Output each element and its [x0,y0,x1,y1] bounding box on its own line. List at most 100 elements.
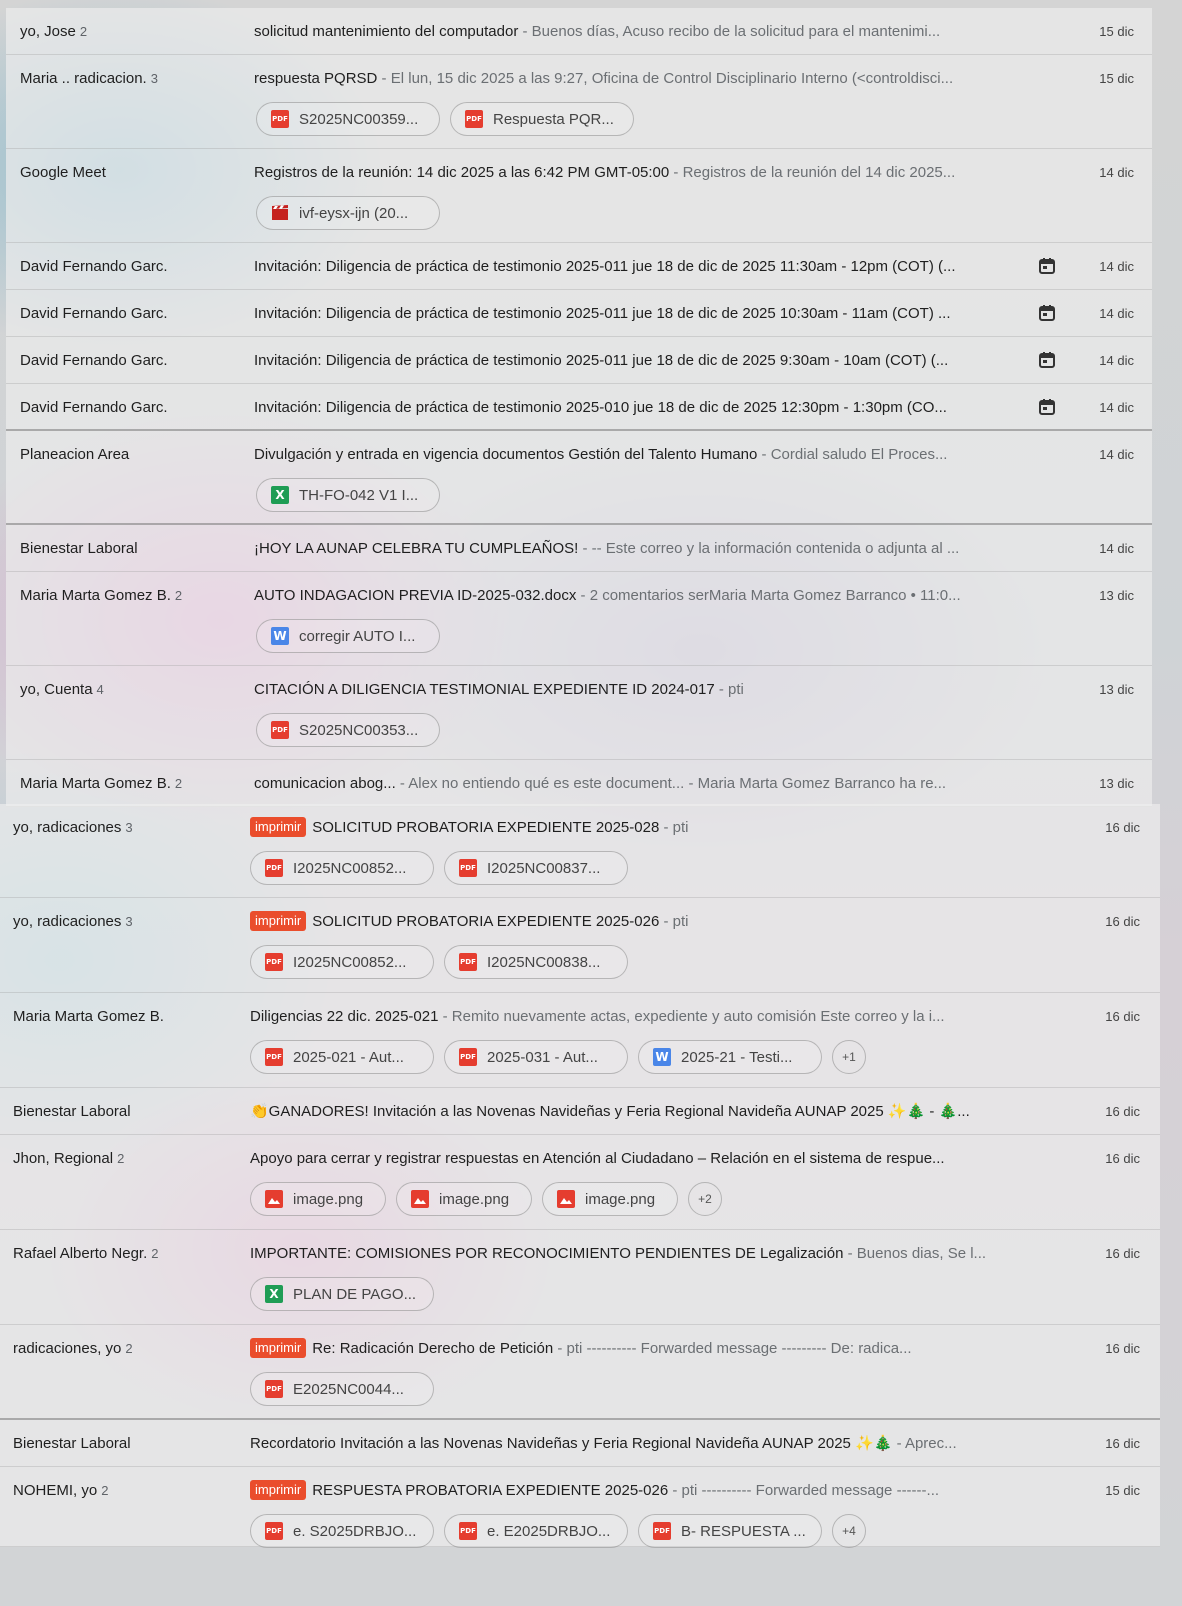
email-row[interactable]: NOHEMI, yo 2 imprimir RESPUESTA PROBATORIA … [0,1467,1160,1548]
attachment-chip[interactable]: PDF E2025NC0044... [250,1372,434,1406]
email-row[interactable]: yo, Jose 2 solicitud mantenimiento del com… [6,8,1152,55]
email-row[interactable]: David Fernando Garc. Invitación: Diligenc… [6,243,1152,290]
attachment-chip[interactable]: image.png [542,1182,678,1216]
subject-text: Invitación: Diligencia de práctica de te… [254,258,956,275]
snippet-separator: - [395,775,409,792]
email-row[interactable]: radicaciones, yo 2 imprimir Re: Radicación … [0,1325,1160,1420]
attachment-name: B- RESPUESTA ... [681,1522,806,1540]
email-row[interactable]: Google Meet Registros de la reunión: 14 d… [6,149,1152,243]
email-row[interactable]: Bienestar Laboral Recordatorio Invitación… [0,1420,1160,1467]
sender: Google Meet [20,149,106,196]
pdf-icon: PDF [459,859,477,877]
pdf-icon: PDF [265,859,283,877]
email-row[interactable]: Planeacion Area Divulgación y entrada en … [6,431,1152,525]
subject-line: ¡HOY LA AUNAP CELEBRA TU CUMPLEAÑOS! - -… [254,525,1034,572]
sender-name: David Fernando Garc. [20,305,168,322]
sender: Maria Marta Gomez B. 2 [20,760,182,807]
calendar-icon[interactable] [1038,257,1056,275]
email-row[interactable]: Maria Marta Gomez B. 2 comunicacion abog..… [6,760,1152,807]
subject-line: CITACIÓN A DILIGENCIA TESTIMONIAL EXPEDI… [254,666,1034,713]
email-date: 16 dic [1105,1151,1140,1166]
more-attachments-badge[interactable]: +1 [832,1040,866,1074]
more-attachments-badge[interactable]: +2 [688,1182,722,1216]
subject-text: Invitación: Diligencia de práctica de te… [254,305,951,322]
attachment-chips: PDF e. S2025DRBJO... PDF e. E2025DRBJO... PD… [250,1514,866,1548]
snippet-text: pti [728,681,744,698]
email-row[interactable]: Maria Marta Gomez B. 2 AUTO INDAGACION PRE… [6,572,1152,666]
subject-text: comunicacion abog... [254,775,396,792]
pdf-icon: PDF [265,1380,283,1398]
attachment-chip[interactable]: PDF 2025-031 - Aut... [444,1040,628,1074]
subject-text: Re: Radicación Derecho de Petición [312,1340,554,1357]
attachment-chip[interactable]: PDF S2025NC00359... [256,102,440,136]
attachment-chip[interactable]: Wcorregir AUTO I... [256,619,440,653]
pdf-icon: PDF [265,953,283,971]
attachment-chip[interactable]: PDF e. E2025DRBJO... [444,1514,628,1548]
attachment-chip[interactable]: X PLAN DE PAGO... [250,1277,434,1311]
subject-line: comunicacion abog... - Alex no entiendo … [254,760,1034,807]
subject-text: solicitud mantenimiento del computador [254,23,519,40]
pdf-icon: PDF [271,721,289,739]
label-chip[interactable]: imprimir [250,817,307,837]
subject-line: Diligencias 22 dic. 2025-021 - Remito nu… [250,993,1040,1040]
email-row[interactable]: Maria .. radicacion. 3 respuesta PQRSD - E… [6,55,1152,149]
attachment-chip[interactable]: PDF Respuesta PQR... [450,102,634,136]
attachment-chip[interactable]: PDF S2025NC00353... [256,713,440,747]
attachment-chip[interactable]: PDF 2025-021 - Aut... [250,1040,434,1074]
email-row[interactable]: Bienestar Laboral 👏GANADORES! Invitación … [0,1088,1160,1135]
thread-count: 2 [117,1151,125,1166]
calendar-icon[interactable] [1038,351,1056,369]
attachment-chip[interactable]: image.png [396,1182,532,1216]
attachment-chips: PDF E2025NC0044... [250,1372,434,1406]
image-icon [265,1190,283,1208]
attachment-chips: image.png image.png image.png +2 [250,1182,722,1216]
snippet-separator: - [576,587,590,604]
attachment-chip[interactable]: PDF e. S2025DRBJO... [250,1514,434,1548]
attachment-name: ivf-eysx-ijn (20... [299,204,409,222]
snippet-text: Remito nuevamente actas, expediente y au… [451,1008,945,1025]
calendar-icon[interactable] [1038,304,1056,322]
pdf-icon: PDF [459,1048,477,1066]
email-row[interactable]: David Fernando Garc. Invitación: Diligenc… [6,384,1152,431]
sender: NOHEMI, yo 2 [13,1467,108,1514]
email-date: 16 dic [1105,1246,1140,1261]
snippet-text: Alex no entiendo qué es este document...… [408,775,947,792]
email-row[interactable]: yo, Cuenta 4 CITACIÓN A DILIGENCIA TESTIMO… [6,666,1152,760]
email-row[interactable]: Rafael Alberto Negr. 2 IMPORTANTE: COMISIO… [0,1230,1160,1325]
attachment-chip[interactable]: PDF I2025NC00837... [444,851,628,885]
attachment-chips: Wcorregir AUTO I... [256,619,440,653]
attachment-chip[interactable]: PDF I2025NC00852... [250,851,434,885]
email-row[interactable]: Maria Marta Gomez B. Diligencias 22 dic. … [0,993,1160,1088]
attachment-chip[interactable]: PDF B- RESPUESTA ... [638,1514,822,1548]
snippet-separator: - [659,819,673,836]
label-chip[interactable]: imprimir [250,1480,307,1500]
subject-text: SOLICITUD PROBATORIA EXPEDIENTE 2025-028 [312,819,660,836]
email-row[interactable]: yo, radicaciones 3 imprimir SOLICITUD PROBA… [0,804,1160,898]
sender-name: Google Meet [20,164,106,181]
attachment-chip[interactable]: W 2025-21 - Testi... [638,1040,822,1074]
email-row[interactable]: David Fernando Garc. Invitación: Diligenc… [6,337,1152,384]
subject-line: Invitación: Diligencia de práctica de te… [254,384,1034,431]
subject-line: Invitación: Diligencia de práctica de te… [254,290,1034,337]
label-chip[interactable]: imprimir [250,1338,307,1358]
snippet-separator: - [438,1008,452,1025]
email-row[interactable]: David Fernando Garc. Invitación: Diligenc… [6,290,1152,337]
thread-count: 2 [125,1341,133,1356]
sender: yo, radicaciones 3 [13,804,133,851]
email-row[interactable]: Jhon, Regional 2 Apoyo para cerrar y regis… [0,1135,1160,1230]
snippet-text: Buenos dias, Se l... [856,1245,987,1262]
calendar-icon[interactable] [1038,398,1056,416]
email-row[interactable]: Bienestar Laboral ¡HOY LA AUNAP CELEBRA T… [6,525,1152,572]
sender-name: David Fernando Garc. [20,352,168,369]
attachment-chip[interactable]: image.png [250,1182,386,1216]
sender: David Fernando Garc. [20,337,168,384]
email-row[interactable]: yo, radicaciones 3 imprimir SOLICITUD PROBA… [0,898,1160,993]
more-attachments-badge[interactable]: +4 [832,1514,866,1548]
email-date: 14 dic [1099,306,1134,321]
label-chip[interactable]: imprimir [250,911,307,931]
attachment-chip[interactable]: PDF I2025NC00838... [444,945,628,979]
sender-name: Maria .. radicacion. [20,70,147,87]
attachment-chip[interactable]: X TH-FO-042 V1 I... [256,478,440,512]
attachment-chip[interactable]: PDF I2025NC00852... [250,945,434,979]
attachment-chip[interactable]: ivf-eysx-ijn (20... [256,196,440,230]
